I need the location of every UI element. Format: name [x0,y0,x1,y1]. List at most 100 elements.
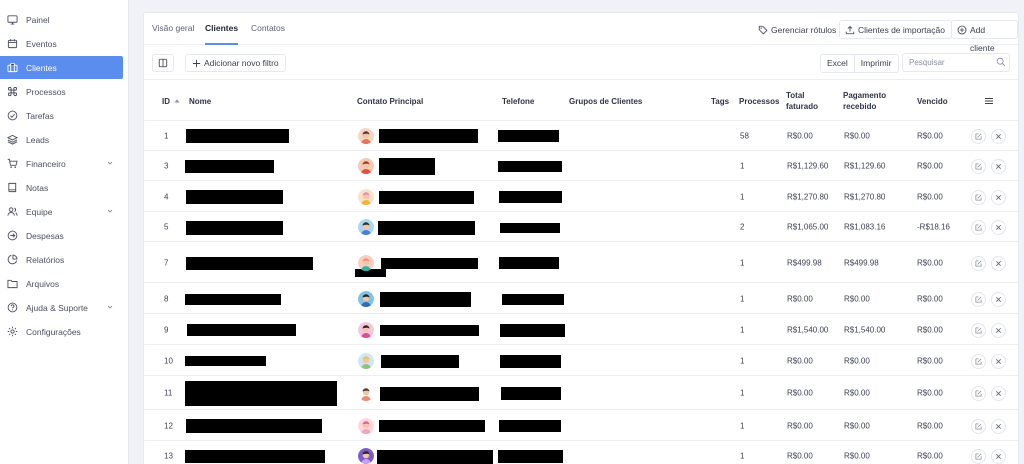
edit-button[interactable] [971,189,986,205]
add-filter-button[interactable]: Adicionar novo filtro [185,54,286,72]
table-row[interactable]: 13 1 R$0.00 R$0.00 R$0.00 [144,442,1018,464]
sidebar-item-relatórios[interactable]: Relatórios [0,248,123,271]
edit-button[interactable] [971,418,986,434]
column-billed-header[interactable]: Total faturado [786,81,818,121]
search-input[interactable] [902,53,1010,72]
delete-button[interactable] [991,220,1006,235]
edit-button[interactable] [971,255,986,271]
close-icon [996,454,1001,459]
table-row[interactable]: 10 1 R$0.00 R$0.00 R$0.00 [144,346,1018,376]
chevron-down-icon [107,304,113,310]
avatar[interactable] [358,352,374,369]
column-received-label-2: recebido [843,102,877,111]
delete-button[interactable] [991,418,1006,434]
avatar[interactable] [358,127,374,144]
tab-overview[interactable]: Visão geral [152,13,194,45]
sidebar-item-label: Financeiro [26,158,66,169]
sidebar-item-financeiro[interactable]: Financeiro [0,152,123,175]
edit-button[interactable] [971,386,986,401]
column-id-header[interactable]: ID [162,81,180,121]
edit-button[interactable] [971,449,986,464]
table-row[interactable]: 12 1 R$0.00 R$0.00 R$0.00 [144,411,1018,441]
table-row[interactable]: 11 1 R$0.00 R$0.00 R$0.00 [144,377,1018,410]
sidebar-item-clientes[interactable]: Clientes [0,56,123,79]
column-groups-header[interactable]: Grupos de Clientes [569,81,642,121]
edit-button[interactable] [971,291,986,307]
table-row[interactable]: 3 1 R$1,129.60 R$1,129.60 R$0.00 [144,152,1018,181]
sidebar-item-label: Arquivos [26,278,60,289]
manage-tags-button[interactable]: Gerenciar rótulos [752,20,843,39]
columns-toggle-button[interactable] [152,54,174,72]
redacted-phone [499,257,559,269]
sidebar-item-tarefas[interactable]: Tarefas [0,104,123,127]
sidebar-item-ajuda-suporte[interactable]: Ajuda & Suporte [0,296,123,319]
delete-button[interactable] [991,128,1006,144]
sidebar-item-eventos[interactable]: Eventos [0,32,123,55]
avatar[interactable] [358,188,374,205]
column-name-header[interactable]: Nome [189,81,211,121]
column-phone-header[interactable]: Telefone [502,81,534,121]
tab-contacts[interactable]: Contatos [251,13,285,45]
delete-button[interactable] [991,353,1006,369]
arrow-circle-icon [7,230,18,241]
table-toolbar: Adicionar novo filtro Excel Imprimir [144,46,1018,80]
excel-button[interactable]: Excel [821,55,854,72]
avatar[interactable] [358,290,374,307]
delete-button[interactable] [991,159,1006,174]
cell-id: 5 [164,222,169,232]
cell-total-billed: R$1,129.60 [787,161,829,171]
edit-button[interactable] [971,220,986,235]
delete-button[interactable] [991,322,1006,338]
table-row[interactable]: 4 1 R$1,270.80 R$1,270.80 R$0.00 [144,182,1018,212]
column-tags-header[interactable]: Tags [711,81,729,121]
table-row[interactable]: 9 1 R$1,540.00 R$1,540.00 R$0.00 [144,315,1018,345]
table-row[interactable]: 8 1 R$0.00 R$0.00 R$0.00 [144,284,1018,314]
import-clients-button[interactable]: Clientes de importação [839,20,952,39]
sidebar-item-notas[interactable]: Notas [0,176,123,199]
add-client-button[interactable]: Add cliente [951,20,1018,53]
avatar[interactable] [358,158,374,174]
sidebar-item-arquivos[interactable]: Arquivos [0,272,123,295]
table-row[interactable]: 7 1 R$499.98 R$499.98 R$0.00 [144,243,1018,283]
delete-button[interactable] [991,449,1006,464]
edit-icon [975,259,982,267]
column-processes-header[interactable]: Processos [739,81,779,121]
delete-button[interactable] [991,386,1006,401]
delete-button[interactable] [991,189,1006,205]
avatar[interactable] [358,385,374,401]
sidebar-item-equipe[interactable]: Equipe [0,200,123,223]
redacted-contact-name [380,292,471,307]
menu-icon[interactable] [984,96,994,106]
sidebar-item-processos[interactable]: Processos [0,80,123,103]
cell-payment-received: R$499.98 [844,258,879,267]
calendar-icon [7,38,18,49]
delete-button[interactable] [991,255,1006,271]
sidebar-item-despesas[interactable]: Despesas [0,224,123,247]
table-row[interactable]: 1 58 R$0.00 R$0.00 R$0.00 [144,121,1018,151]
table-row[interactable]: 5 2 R$1,065.00 R$1,083.16 -R$18.16 [144,213,1018,242]
edit-button[interactable] [971,159,986,174]
column-due-header[interactable]: Vencido [917,81,948,121]
avatar[interactable] [358,219,374,235]
avatar[interactable] [358,321,374,338]
sidebar-item-configuraç-es[interactable]: Configurações [0,320,123,343]
avatar[interactable] [358,254,374,271]
edit-button[interactable] [971,128,986,144]
avatar[interactable] [358,448,374,464]
cell-processes: 1 [740,421,745,430]
tab-clients[interactable]: Clientes [205,13,239,45]
edit-button[interactable] [971,322,986,338]
delete-button[interactable] [991,291,1006,307]
edit-button[interactable] [971,353,986,369]
search-icon[interactable] [996,57,1006,67]
cell-total-billed: R$1,270.80 [787,192,829,201]
column-contact-header[interactable]: Contato Principal [357,81,423,121]
print-button[interactable]: Imprimir [853,55,898,72]
sidebar-item-leads[interactable]: Leads [0,128,123,151]
redacted-client-name [185,450,325,463]
redacted-contact-name [378,221,475,235]
avatar[interactable] [358,417,374,434]
column-received-header[interactable]: Pagamento recebido [843,81,886,121]
cell-payment-received: R$0.00 [844,131,870,140]
sidebar-item-painel[interactable]: Painel [0,8,123,31]
